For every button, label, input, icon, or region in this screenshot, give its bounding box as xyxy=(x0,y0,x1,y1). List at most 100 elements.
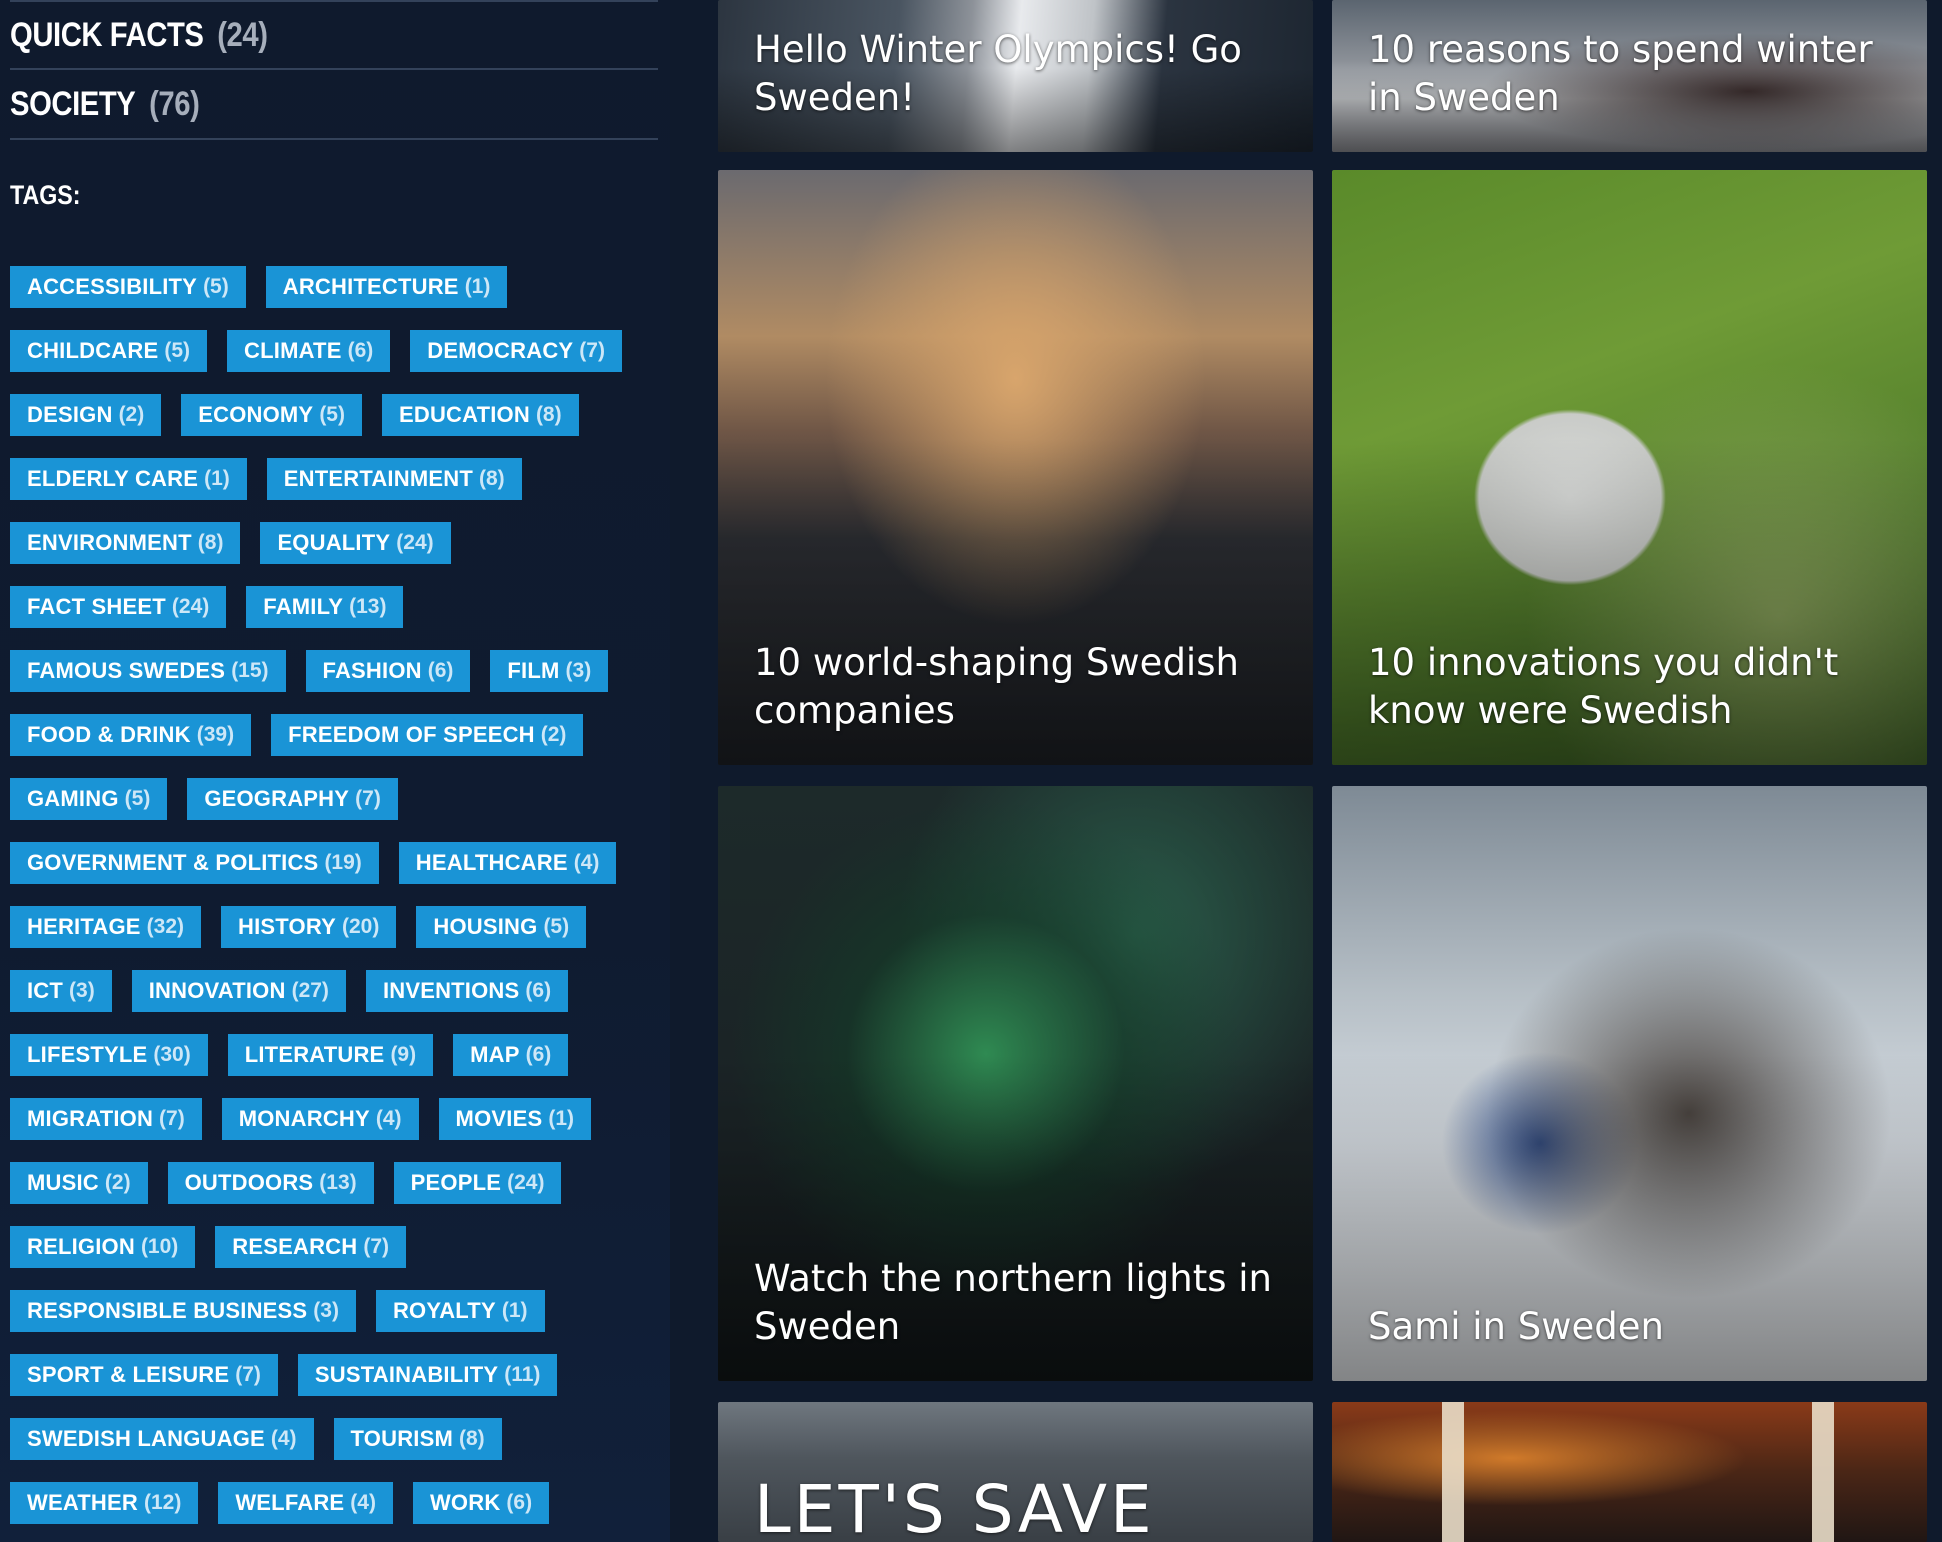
tag-count: (24) xyxy=(171,595,210,618)
tag-label: FAMOUS SWEDES xyxy=(27,658,226,683)
card-concert[interactable] xyxy=(1332,1402,1927,1542)
tag-label: FACT SHEET xyxy=(27,594,166,619)
tag-responsible-business[interactable]: RESPONSIBLE BUSINESS (3) xyxy=(10,1290,356,1332)
tag-label: RESPONSIBLE BUSINESS xyxy=(27,1298,308,1323)
tag-label: HERITAGE xyxy=(27,914,141,939)
tag-count: (19) xyxy=(324,851,362,874)
tag-education[interactable]: EDUCATION (8) xyxy=(381,394,579,436)
tag-tourism[interactable]: TOURISM (8) xyxy=(333,1418,502,1460)
tag-count: (13) xyxy=(349,595,387,618)
tag-design[interactable]: DESIGN (2) xyxy=(10,394,162,436)
card-title: 10 reasons to spend winter in Sweden xyxy=(1368,28,1873,119)
tag-music[interactable]: MUSIC (2) xyxy=(10,1162,148,1204)
tag-environment[interactable]: ENVIRONMENT (8) xyxy=(10,522,241,564)
tag-count: (11) xyxy=(504,1363,541,1386)
tag-label: ELDERLY CARE xyxy=(27,466,199,491)
tag-label: SWEDISH LANGUAGE xyxy=(27,1426,265,1451)
tag-label: HOUSING xyxy=(433,914,538,939)
tag-count: (5) xyxy=(543,915,570,938)
tag-equality[interactable]: EQUALITY (24) xyxy=(260,522,451,564)
tag-research[interactable]: RESEARCH (7) xyxy=(215,1226,407,1268)
tag-gaming[interactable]: GAMING (5) xyxy=(10,778,168,820)
tag-climate[interactable]: CLIMATE (6) xyxy=(227,330,391,372)
tag-literature[interactable]: LITERATURE (9) xyxy=(227,1034,434,1076)
tag-heritage[interactable]: HERITAGE (32) xyxy=(10,906,202,948)
tag-fact-sheet[interactable]: FACT SHEET (24) xyxy=(10,586,227,628)
tag-swedish-language[interactable]: SWEDISH LANGUAGE (4) xyxy=(10,1418,314,1460)
tag-movies[interactable]: MOVIES (1) xyxy=(438,1098,591,1140)
tag-label: CHILDCARE xyxy=(27,338,159,363)
tag-count: (9) xyxy=(390,1043,417,1066)
card-swedish-companies[interactable]: 10 world-shaping Swedish companies xyxy=(718,170,1313,765)
tag-childcare[interactable]: CHILDCARE (5) xyxy=(10,330,208,372)
card-winter-reasons[interactable]: 10 reasons to spend winter in Sweden xyxy=(1332,0,1927,152)
tag-label: HISTORY xyxy=(238,914,336,939)
tag-label: ROYALTY xyxy=(392,1298,496,1323)
tag-elderly-care[interactable]: ELDERLY CARE (1) xyxy=(10,458,247,500)
tag-list: ACCESSIBILITY (5) ARCHITECTURE (1) CHILDCARE… xyxy=(10,266,650,1524)
tag-map[interactable]: MAP (6) xyxy=(453,1034,569,1076)
tag-count: (1) xyxy=(204,467,230,490)
tag-count: (7) xyxy=(159,1107,185,1130)
tag-monarchy[interactable]: MONARCHY (4) xyxy=(221,1098,419,1140)
tag-family[interactable]: FAMILY (13) xyxy=(246,586,404,628)
tag-film[interactable]: FILM (3) xyxy=(490,650,609,692)
tag-count: (30) xyxy=(153,1043,191,1066)
tag-religion[interactable]: RELIGION (10) xyxy=(10,1226,196,1268)
tag-count: (8) xyxy=(197,531,224,554)
tag-freedom-of-speech[interactable]: FREEDOM OF SPEECH (2) xyxy=(271,714,584,756)
category-quick-facts[interactable]: QUICK FACTS (24) xyxy=(10,0,658,70)
tag-sustainability[interactable]: SUSTAINABILITY (11) xyxy=(297,1354,558,1396)
tag-label: WELFARE xyxy=(235,1490,345,1515)
tag-label: MONARCHY xyxy=(238,1106,370,1131)
tag-fashion[interactable]: FASHION (6) xyxy=(305,650,471,692)
tag-count: (2) xyxy=(104,1171,131,1194)
card-northern-lights[interactable]: Watch the northern lights in Sweden xyxy=(718,786,1313,1381)
tag-sport-leisure[interactable]: SPORT & LEISURE (7) xyxy=(10,1354,278,1396)
card-winter-olympics[interactable]: Hello Winter Olympics! Go Sweden! xyxy=(718,0,1313,152)
tag-label: SPORT & LEISURE xyxy=(27,1362,230,1387)
tag-entertainment[interactable]: ENTERTAINMENT (8) xyxy=(266,458,522,500)
tag-accessibility[interactable]: ACCESSIBILITY (5) xyxy=(10,266,246,308)
tag-food-drink[interactable]: FOOD & DRINK (39) xyxy=(10,714,252,756)
card-title: 10 world-shaping Swedish companies xyxy=(754,641,1239,732)
tag-work[interactable]: WORK (6) xyxy=(412,1482,550,1524)
tag-migration[interactable]: MIGRATION (7) xyxy=(10,1098,202,1140)
tag-outdoors[interactable]: OUTDOORS (13) xyxy=(167,1162,374,1204)
tag-government-politics[interactable]: GOVERNMENT & POLITICS (19) xyxy=(10,842,379,884)
category-count: (76) xyxy=(149,84,200,123)
tag-royalty[interactable]: ROYALTY (1) xyxy=(375,1290,545,1332)
tag-count: (3) xyxy=(565,659,592,682)
tag-label: GOVERNMENT & POLITICS xyxy=(27,850,319,875)
card-lets-save[interactable]: LET'S SAVE THE xyxy=(718,1402,1313,1542)
category-label: QUICK FACTS (24) xyxy=(10,16,268,55)
tag-label: OUTDOORS xyxy=(184,1170,314,1195)
tag-housing[interactable]: HOUSING (5) xyxy=(416,906,587,948)
tag-count: (2) xyxy=(118,403,145,426)
tag-famous-swedes[interactable]: FAMOUS SWEDES (15) xyxy=(10,650,286,692)
card-swedish-innovations[interactable]: 10 innovations you didn't know were Swed… xyxy=(1332,170,1927,765)
tag-count: (6) xyxy=(525,1043,552,1066)
tag-count: (13) xyxy=(319,1171,357,1194)
tag-welfare[interactable]: WELFARE (4) xyxy=(218,1482,393,1524)
tag-inventions[interactable]: INVENTIONS (6) xyxy=(365,970,569,1012)
tag-economy[interactable]: ECONOMY (5) xyxy=(181,394,362,436)
tag-democracy[interactable]: DEMOCRACY (7) xyxy=(410,330,622,372)
tag-innovation[interactable]: INNOVATION (27) xyxy=(131,970,346,1012)
tag-weather[interactable]: WEATHER (12) xyxy=(10,1482,199,1524)
tag-history[interactable]: HISTORY (20) xyxy=(221,906,397,948)
card-title: Hello Winter Olympics! Go Sweden! xyxy=(754,28,1242,119)
tag-label: MAP xyxy=(470,1042,520,1067)
tag-people[interactable]: PEOPLE (24) xyxy=(393,1162,562,1204)
tag-count: (1) xyxy=(548,1107,574,1130)
category-society[interactable]: SOCIETY (76) xyxy=(10,70,658,140)
tag-count: (24) xyxy=(396,531,434,554)
tag-geography[interactable]: GEOGRAPHY (7) xyxy=(187,778,398,820)
tag-architecture[interactable]: ARCHITECTURE (1) xyxy=(265,266,508,308)
tag-healthcare[interactable]: HEALTHCARE (4) xyxy=(398,842,617,884)
tag-ict[interactable]: ICT (3) xyxy=(10,970,112,1012)
card-sami[interactable]: Sami in Sweden xyxy=(1332,786,1927,1381)
tag-lifestyle[interactable]: LIFESTYLE (30) xyxy=(10,1034,208,1076)
tag-label: SUSTAINABILITY xyxy=(314,1362,499,1387)
tag-count: (39) xyxy=(196,723,235,746)
